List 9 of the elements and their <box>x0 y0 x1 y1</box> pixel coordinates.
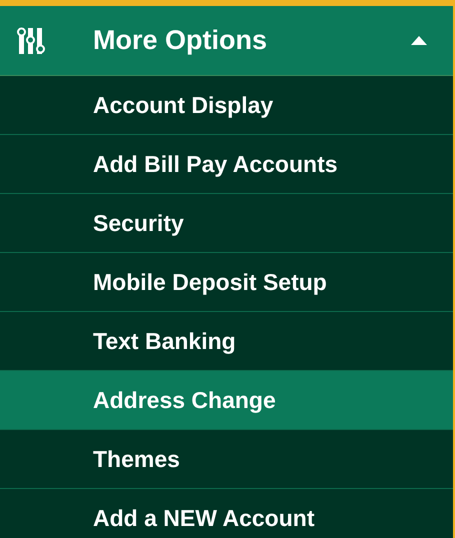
menu-item[interactable]: Account Display <box>0 76 453 135</box>
menu-item[interactable]: Mobile Deposit Setup <box>0 253 453 312</box>
menu-item[interactable]: Add a NEW Account <box>0 489 453 538</box>
menu-item[interactable]: Themes <box>0 430 453 489</box>
menu-header[interactable]: More Options <box>0 6 453 76</box>
menu-item[interactable]: Security <box>0 194 453 253</box>
sliders-icon <box>16 26 46 56</box>
menu-item[interactable]: Address Change <box>0 371 453 430</box>
menu-item[interactable]: Add Bill Pay Accounts <box>0 135 453 194</box>
